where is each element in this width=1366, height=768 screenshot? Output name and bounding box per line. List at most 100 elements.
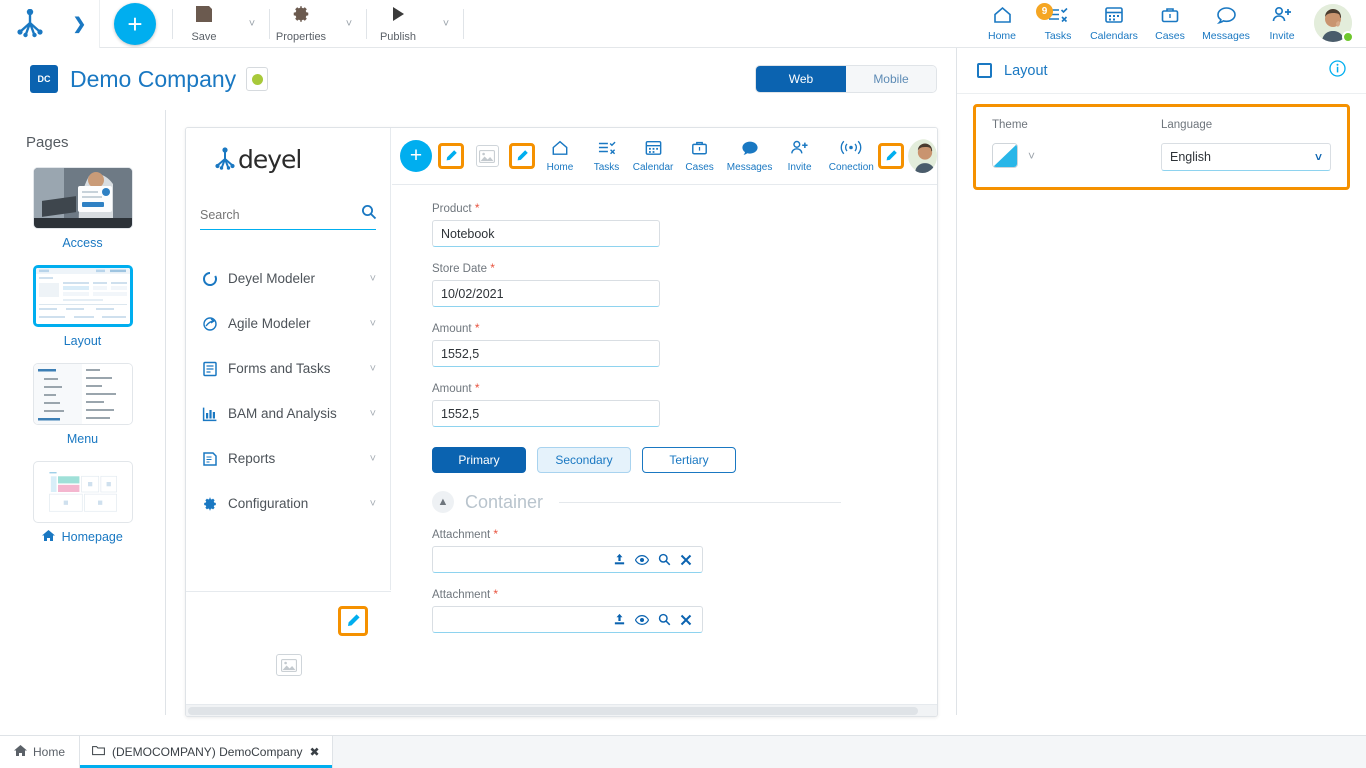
properties-panel-header: Layout <box>957 48 1366 94</box>
search-input[interactable] <box>200 207 361 222</box>
tab-mobile[interactable]: Mobile <box>846 66 936 92</box>
secondary-button[interactable]: Secondary <box>537 447 631 473</box>
nav-tasks[interactable]: 9 Tasks <box>1030 1 1086 47</box>
publish-button[interactable]: Publish <box>367 1 429 47</box>
theme-language-section: Theme ˅ Language English ˅ <box>973 104 1350 190</box>
amount-input-1[interactable] <box>432 340 660 367</box>
close-icon[interactable] <box>680 614 692 626</box>
edit-footer-pencil-button[interactable] <box>338 606 368 636</box>
page-item-access[interactable]: Access <box>0 167 165 250</box>
add-button[interactable]: + <box>114 2 156 45</box>
chevron-down-icon[interactable]: ˅ <box>370 453 376 465</box>
page-thumbnail-homepage <box>32 461 133 523</box>
preview-nav-calendar[interactable]: Calendar <box>630 139 677 173</box>
upload-icon[interactable] <box>613 613 626 626</box>
search-icon[interactable] <box>658 553 671 566</box>
amount-input-2[interactable] <box>432 400 660 427</box>
deyel-logo-icon[interactable] <box>13 8 47 39</box>
chevron-right-icon[interactable]: ❯ <box>73 14 86 34</box>
chevron-down-icon[interactable]: ˅ <box>370 498 376 510</box>
preview-add-button[interactable]: + <box>400 140 432 172</box>
properties-dropdown-caret[interactable]: ˅ <box>332 18 366 30</box>
menu-item-configuration[interactable]: Configuration ˅ <box>186 481 390 526</box>
home-icon <box>992 5 1013 29</box>
play-icon <box>388 4 408 29</box>
close-icon[interactable] <box>680 554 692 566</box>
status-badge[interactable] <box>246 67 269 91</box>
required-marker: * <box>490 261 495 275</box>
chevron-down-icon[interactable]: ˅ <box>370 318 376 330</box>
preview-nav-conection[interactable]: Conection <box>823 139 880 173</box>
attachment-input-1[interactable] <box>432 546 703 573</box>
eye-icon[interactable] <box>635 614 649 626</box>
page-label-menu: Menu <box>66 432 99 446</box>
nav-invite[interactable]: Invite <box>1254 1 1310 47</box>
chevron-down-icon[interactable]: ˅ <box>1028 149 1035 163</box>
agile-icon <box>202 316 228 332</box>
preview-nav-invite[interactable]: Invite <box>776 139 823 173</box>
product-input[interactable] <box>432 220 660 247</box>
preview-avatar[interactable] <box>907 139 937 173</box>
tab-web[interactable]: Web <box>756 66 846 92</box>
store-date-input[interactable] <box>432 280 660 307</box>
eye-icon[interactable] <box>635 554 649 566</box>
invite-icon <box>1271 5 1293 29</box>
calendar-icon <box>644 139 663 161</box>
field-label-text: Attachment <box>432 589 491 601</box>
chevron-down-icon[interactable]: ˅ <box>370 408 376 420</box>
chevron-up-icon[interactable]: ▲ <box>432 491 454 513</box>
preview-nav-cases[interactable]: Cases <box>676 139 723 173</box>
search-icon[interactable] <box>361 204 377 225</box>
attachment-input-2[interactable] <box>432 606 703 633</box>
menu-item-agile-modeler[interactable]: Agile Modeler ˅ <box>186 301 390 346</box>
menu-item-deyel-modeler[interactable]: Deyel Modeler ˅ <box>186 256 390 301</box>
language-select[interactable]: English ˅ <box>1161 143 1331 171</box>
page-title: Demo Company <box>70 65 237 92</box>
close-icon[interactable]: ✖ <box>310 745 320 759</box>
nav-calendars[interactable]: Calendars <box>1086 1 1142 47</box>
field-label-text: Attachment <box>432 529 491 541</box>
chevron-down-icon[interactable]: ˅ <box>370 273 376 285</box>
theme-swatch[interactable] <box>992 143 1018 168</box>
properties-button[interactable]: Properties <box>270 1 332 47</box>
chevron-down-icon[interactable]: ˅ <box>370 363 376 375</box>
taskbar: Home (DEMOCOMPANY) DemoCompany ✖ <box>0 735 1366 768</box>
chevron-down-icon[interactable]: ˅ <box>1315 150 1322 164</box>
nav-cases[interactable]: Cases <box>1142 1 1198 47</box>
preview-nav-home[interactable]: Home <box>537 139 584 173</box>
primary-button[interactable]: Primary <box>432 447 526 473</box>
page-item-homepage[interactable]: Homepage <box>0 461 165 544</box>
save-dropdown-caret[interactable]: ˅ <box>235 18 269 30</box>
publish-dropdown-caret[interactable]: ˅ <box>429 18 463 30</box>
taskbar-tab-democompany[interactable]: (DEMOCOMPANY) DemoCompany ✖ <box>79 736 333 768</box>
top-right-nav: Home 9 Tasks Calendars Cases Messages In… <box>974 1 1366 47</box>
menu-item-reports[interactable]: Reports ˅ <box>186 436 390 481</box>
edit-topnav-pencil[interactable] <box>877 143 904 169</box>
page-label-access: Access <box>62 236 103 250</box>
page-item-layout[interactable]: Layout <box>0 265 165 348</box>
nav-messages[interactable]: Messages <box>1198 1 1254 47</box>
home-icon <box>550 139 570 161</box>
edit-add-button-pencil[interactable] <box>438 143 464 169</box>
page-item-menu[interactable]: Menu <box>0 363 165 446</box>
edit-logo-pencil[interactable] <box>508 143 535 169</box>
taskbar-tab-label: (DEMOCOMPANY) DemoCompany <box>112 745 303 759</box>
upload-icon[interactable] <box>613 553 626 566</box>
horizontal-scrollbar[interactable] <box>186 704 937 716</box>
menu-item-forms-and-tasks[interactable]: Forms and Tasks ˅ <box>186 346 390 391</box>
nav-home[interactable]: Home <box>974 1 1030 47</box>
preview-nav-messages[interactable]: Messages <box>723 139 776 173</box>
search-icon[interactable] <box>658 613 671 626</box>
avatar[interactable] <box>1314 3 1354 44</box>
info-icon[interactable] <box>1329 59 1346 82</box>
tertiary-button[interactable]: Tertiary <box>642 447 736 473</box>
preview-sidebar: deyel Deyel Modeler ˅ <box>186 128 391 590</box>
taskbar-home-button[interactable]: Home <box>0 736 80 768</box>
preview-nav-tasks[interactable]: Tasks <box>583 139 630 173</box>
menu-item-bam-and-analysis[interactable]: BAM and Analysis ˅ <box>186 391 390 436</box>
logo-image-placeholder-icon <box>476 145 499 167</box>
save-button[interactable]: Save <box>173 1 235 47</box>
scrollbar-thumb[interactable] <box>188 707 918 715</box>
properties-label: Properties <box>275 31 327 43</box>
preview-search[interactable] <box>200 204 377 230</box>
